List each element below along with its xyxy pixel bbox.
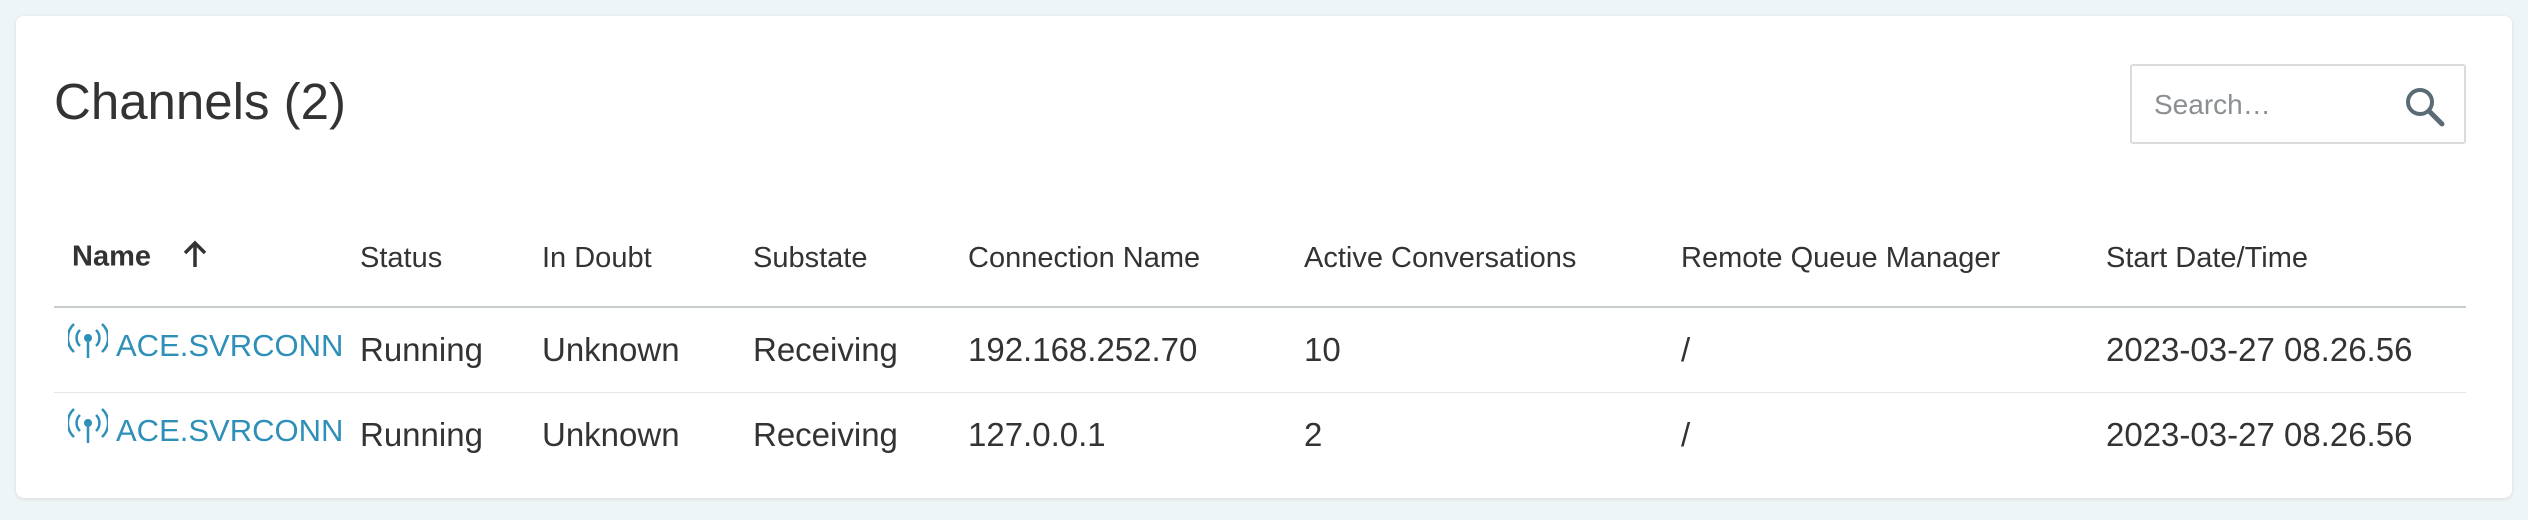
search-icon[interactable] <box>2402 84 2446 128</box>
connection-name-cell: 192.168.252.70 <box>968 307 1304 393</box>
column-header-connection-name[interactable]: Connection Name <box>968 210 1304 308</box>
name-cell: ACE.SVRCONN <box>54 307 360 393</box>
in-doubt-cell: Unknown <box>542 416 680 453</box>
active-conversations-cell: 2 <box>1304 416 1323 453</box>
column-header-active-conversations[interactable]: Active Conversations <box>1304 210 1681 308</box>
in-doubt-cell: Unknown <box>542 307 753 393</box>
status-cell: Running <box>360 416 483 453</box>
status-cell: Running <box>360 307 542 393</box>
active-conversations-cell: 10 <box>1304 307 1681 393</box>
channels-card: Channels (2) Name <box>16 16 2512 498</box>
name-cell: ACE.SVRCONN <box>54 393 360 478</box>
search-box <box>2130 64 2466 144</box>
channels-table: Name Status In Doubt Substate Connection… <box>54 210 2466 477</box>
channel-name-link[interactable]: ACE.SVRCONN <box>116 413 343 449</box>
start-date-time-cell: 2023-03-27 08.26.56 <box>2106 307 2466 393</box>
column-header-in-doubt[interactable]: In Doubt <box>542 210 753 308</box>
table-header-row: Name Status In Doubt Substate Connection… <box>54 210 2466 308</box>
column-header-name[interactable]: Name <box>54 210 360 308</box>
remote-queue-manager-cell: / <box>1681 416 1691 453</box>
connection-name-cell: 127.0.0.1 <box>968 416 1106 453</box>
arrow-up-icon[interactable] <box>181 239 209 277</box>
channel-antenna-icon <box>66 405 110 445</box>
search-input[interactable] <box>2152 66 2386 144</box>
page-title: Channels (2) <box>54 73 346 130</box>
substate-cell: Receiving <box>753 307 968 393</box>
column-header-status[interactable]: Status <box>360 210 542 308</box>
table-row[interactable]: ACE.SVRCONN Running Unknown Receiving 19… <box>54 307 2466 393</box>
column-header-remote-queue-manager[interactable]: Remote Queue Manager <box>1681 210 2106 308</box>
substate-cell: Receiving <box>753 416 898 453</box>
column-header-label: Name <box>72 240 151 273</box>
channel-antenna-icon <box>66 320 110 360</box>
column-header-substate[interactable]: Substate <box>753 210 968 308</box>
remote-queue-manager-cell: / <box>1681 307 2106 393</box>
column-header-start-date-time[interactable]: Start Date/Time <box>2106 210 2466 308</box>
start-date-time-cell: 2023-03-27 08.26.56 <box>2106 416 2413 453</box>
channel-name-link[interactable]: ACE.SVRCONN <box>116 328 343 364</box>
table-row[interactable]: ACE.SVRCONN Running Unknown Receiving 12… <box>54 393 2466 478</box>
